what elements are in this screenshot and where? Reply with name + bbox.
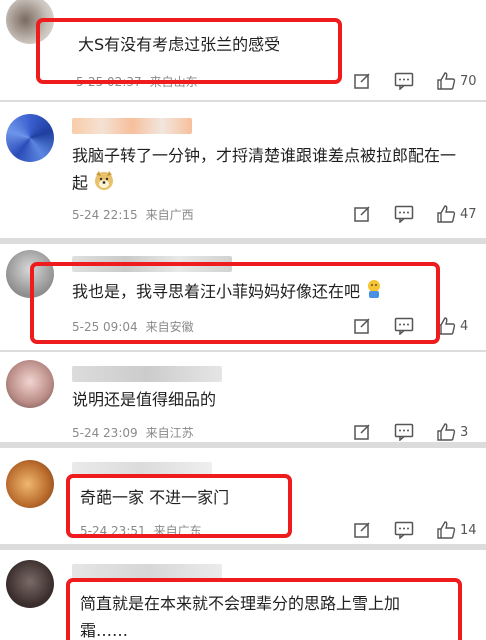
comment-text: 我脑子转了一分钟，才捋清楚谁跟谁差点被拉郎配在一起 bbox=[72, 142, 462, 199]
like-count: 70 bbox=[460, 73, 477, 89]
edit-icon[interactable] bbox=[352, 520, 372, 540]
doge-emoji-icon bbox=[93, 169, 115, 199]
comment-meta: 5-24 23:09 来自江苏 bbox=[72, 424, 194, 441]
like-count: 3 bbox=[460, 424, 469, 440]
highlight-box bbox=[66, 578, 462, 640]
thumbs-up-icon[interactable] bbox=[436, 422, 456, 442]
avatar[interactable] bbox=[6, 360, 54, 408]
comment-time: 5-24 23:09 bbox=[72, 426, 138, 440]
like-count: 14 bbox=[460, 522, 477, 538]
comment-actions: 14 bbox=[330, 520, 478, 540]
comment-location: 来自广西 bbox=[145, 208, 194, 222]
highlight-box bbox=[36, 18, 342, 84]
comment-icon[interactable] bbox=[394, 520, 414, 540]
comment-item: 说明还是值得细品的 5-24 23:09 来自江苏 3 bbox=[0, 352, 486, 442]
comment-icon[interactable] bbox=[394, 422, 414, 442]
username-blurred[interactable] bbox=[72, 118, 192, 134]
comment-actions: 47 bbox=[330, 204, 478, 224]
thumbs-up-icon[interactable] bbox=[436, 204, 456, 224]
comment-meta: 5-24 22:15 来自广西 bbox=[72, 206, 194, 223]
comment-icon[interactable] bbox=[394, 204, 414, 224]
comment-icon[interactable] bbox=[394, 71, 414, 91]
avatar[interactable] bbox=[6, 114, 54, 162]
thumbs-up-icon[interactable] bbox=[436, 520, 456, 540]
like-count: 47 bbox=[460, 206, 477, 222]
like-count: 4 bbox=[460, 318, 469, 334]
comment-time: 5-24 22:15 bbox=[72, 208, 138, 222]
comment-actions: 70 bbox=[330, 71, 478, 91]
edit-icon[interactable] bbox=[352, 422, 372, 442]
edit-icon[interactable] bbox=[352, 204, 372, 224]
comment-location: 来自江苏 bbox=[145, 426, 194, 440]
avatar[interactable] bbox=[6, 460, 54, 508]
thumbs-up-icon[interactable] bbox=[436, 71, 456, 91]
highlight-box bbox=[30, 262, 440, 344]
highlight-box bbox=[66, 474, 292, 538]
comment-text-content: 我脑子转了一分钟，才捋清楚谁跟谁差点被拉郎配在一起 bbox=[72, 146, 457, 193]
username-blurred[interactable] bbox=[72, 366, 222, 382]
comment-text: 说明还是值得细品的 bbox=[72, 390, 217, 409]
avatar[interactable] bbox=[6, 560, 54, 608]
comment-actions: 3 bbox=[330, 422, 478, 442]
comment-item: 我脑子转了一分钟，才捋清楚谁跟谁差点被拉郎配在一起 5-24 22:15 来自广西… bbox=[0, 102, 486, 238]
edit-icon[interactable] bbox=[352, 71, 372, 91]
